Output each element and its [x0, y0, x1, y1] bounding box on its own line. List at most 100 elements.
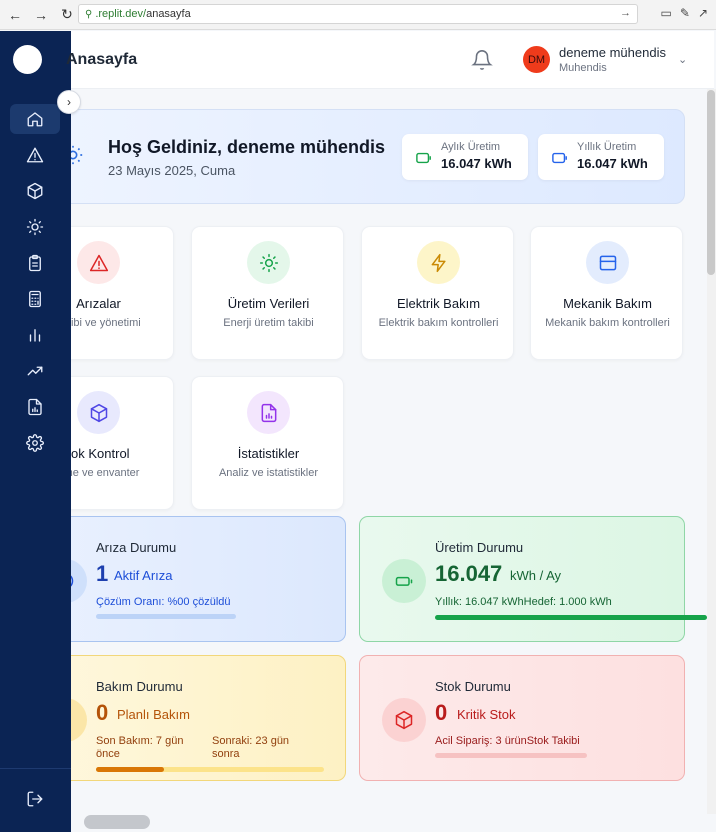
- quick-card-desc: Elektrik bakım kontrolleri: [378, 317, 499, 329]
- maintenance-progress: [96, 767, 164, 772]
- quick-card-title: Mekanik Bakım: [563, 296, 652, 311]
- fault-status-title: Arıza Durumu: [96, 540, 177, 555]
- page-title: Anasayfa: [66, 51, 138, 68]
- wrench-icon[interactable]: ✎: [680, 6, 690, 20]
- quick-card-title: Elektrik Bakım: [396, 296, 481, 311]
- link-icon: ⚲: [85, 8, 93, 20]
- external-link-icon[interactable]: ↗: [698, 6, 708, 20]
- sidebar: [0, 31, 71, 832]
- sidebar-item-stock[interactable]: [10, 176, 60, 206]
- file-chart-icon: [28, 398, 42, 416]
- bar-chart-icon: [29, 329, 41, 342]
- sidebar-divider: [0, 768, 71, 769]
- quick-card-production[interactable]: Üretim Verileri Enerji üretim takibi: [191, 226, 344, 360]
- sidebar-item-production[interactable]: [10, 212, 60, 242]
- quick-card-statistics[interactable]: İstatistikler Analiz ve istatistikler: [191, 376, 344, 510]
- sidebar-item-settings[interactable]: [10, 428, 60, 458]
- monthly-production-pill: Aylık Üretim 16.047 kWh: [402, 134, 528, 180]
- production-status-title: Üretim Durumu: [435, 540, 524, 555]
- screen-icon[interactable]: ▭: [661, 6, 672, 20]
- panel-icon: [586, 241, 629, 284]
- stock-note: Acil Sipariş: 3 ürünStok Takibi: [435, 735, 580, 747]
- stock-status-card[interactable]: Stok Durumu 0 Kritik Stok Acil Sipariş: …: [359, 655, 685, 781]
- user-role: Muhendis: [559, 62, 607, 74]
- quick-card-title: tok Kontrol: [71, 446, 130, 461]
- alert-triangle-icon: [26, 147, 44, 163]
- maintenance-count-label: Planlı Bakım: [117, 707, 190, 722]
- stock-progress-track: [435, 753, 587, 758]
- box-icon: [27, 182, 43, 200]
- alert-triangle-icon: [77, 241, 120, 284]
- production-status-card[interactable]: Üretim Durumu 16.047 kWh / Ay Yıllık: 16…: [359, 516, 707, 642]
- user-name[interactable]: deneme mühendis: [559, 45, 666, 60]
- yearly-production-label: Yıllık Üretim: [577, 141, 637, 153]
- sidebar-item-home[interactable]: [10, 104, 60, 134]
- forward-icon[interactable]: →: [30, 4, 52, 26]
- wrench-icon: [71, 698, 87, 742]
- monthly-production-label: Aylık Üretim: [441, 141, 501, 153]
- vertical-scrollbar-thumb[interactable]: [707, 90, 715, 275]
- sidebar-item-faults[interactable]: [10, 140, 60, 170]
- welcome-date: 23 Mayıs 2025, Cuma: [108, 163, 236, 178]
- maintenance-status-title: Bakım Durumu: [96, 679, 183, 694]
- back-icon[interactable]: ←: [4, 4, 26, 26]
- sidebar-item-stats[interactable]: [10, 320, 60, 350]
- sidebar-item-documents[interactable]: [10, 392, 60, 422]
- logout-icon: [27, 791, 43, 807]
- welcome-banner: Hoş Geldiniz, deneme mühendis 23 Mayıs 2…: [71, 109, 685, 204]
- sidebar-item-calculator[interactable]: [10, 284, 60, 314]
- production-value: 16.047: [435, 561, 503, 586]
- horizontal-scrollbar-thumb[interactable]: [84, 815, 150, 829]
- quick-card-stock[interactable]: tok Kontrol eme ve envanter: [71, 376, 174, 510]
- quick-card-title: Üretim Verileri: [227, 296, 310, 311]
- stock-count-label: Kritik Stok: [457, 707, 516, 722]
- quick-card-faults[interactable]: Arızalar takibi ve yönetimi: [71, 226, 174, 360]
- alert-icon: [71, 559, 87, 603]
- stock-status-title: Stok Durumu: [435, 679, 511, 694]
- maintenance-next: Sonraki: 23 gün sonra: [212, 735, 290, 760]
- yearly-production-value: 16.047 kWh: [577, 156, 648, 171]
- home-icon: [27, 112, 43, 127]
- sidebar-item-reports[interactable]: [10, 248, 60, 278]
- fault-progress-track: [96, 614, 236, 619]
- file-chart-icon: [247, 391, 290, 434]
- sun-icon: [26, 218, 44, 236]
- quick-card-desc: Mekanik bakım kontrolleri: [545, 317, 670, 329]
- battery-icon: [552, 151, 568, 164]
- quick-card-desc: Enerji üretim takibi: [223, 317, 314, 329]
- chevron-down-icon[interactable]: ⌄: [678, 53, 687, 66]
- logout-button[interactable]: [10, 784, 60, 814]
- sun-icon: [247, 241, 290, 284]
- yearly-production-pill: Yıllık Üretim 16.047 kWh: [538, 134, 664, 180]
- quick-card-desc: takibi ve yönetimi: [71, 317, 141, 329]
- horizontal-scrollbar[interactable]: [71, 814, 708, 832]
- chevron-right-icon: ›: [67, 95, 71, 109]
- go-icon[interactable]: →: [620, 7, 631, 19]
- stock-count: 0: [435, 700, 448, 725]
- notifications-button[interactable]: [471, 49, 493, 71]
- quick-card-desc: Analiz ve istatistikler: [218, 467, 319, 479]
- sun-icon: [71, 144, 84, 166]
- gear-icon: [26, 434, 44, 452]
- sidebar-collapse-button[interactable]: ›: [57, 90, 81, 114]
- fault-count: 1: [96, 561, 109, 586]
- quick-card-title: İstatistikler: [237, 446, 300, 461]
- fault-status-card[interactable]: Arıza Durumu 1 Aktif Arıza Çözüm Oranı: …: [71, 516, 346, 642]
- reload-icon[interactable]: ↻: [56, 4, 78, 26]
- fault-count-label: Aktif Arıza: [114, 568, 173, 583]
- avatar[interactable]: DM: [523, 46, 550, 73]
- browser-toolbar: ← → ↻ ⚲ .replit.dev/anasayfa → ▭ ✎ ↗: [0, 0, 716, 30]
- quick-card-mechanical-maintenance[interactable]: Mekanik Bakım Mekanik bakım kontrolleri: [530, 226, 683, 360]
- sidebar-item-trends[interactable]: [10, 356, 60, 386]
- zap-icon: [417, 241, 460, 284]
- maintenance-last: Son Bakım: 7 gün önce: [96, 735, 184, 760]
- bell-icon: [471, 50, 493, 70]
- quick-card-electric-maintenance[interactable]: Elektrik Bakım Elektrik bakım kontroller…: [361, 226, 514, 360]
- main-content: Hoş Geldiniz, deneme mühendis 23 Mayıs 2…: [71, 89, 708, 814]
- box-icon: [77, 391, 120, 434]
- clipboard-icon: [29, 254, 41, 272]
- maintenance-status-card[interactable]: Bakım Durumu 0 Planlı Bakım Son Bakım: 7…: [71, 655, 346, 781]
- logo: [13, 45, 42, 74]
- top-bar: Anasayfa DM deneme mühendis Muhendis ⌄: [66, 31, 714, 89]
- address-bar[interactable]: ⚲ .replit.dev/anasayfa →: [78, 4, 638, 24]
